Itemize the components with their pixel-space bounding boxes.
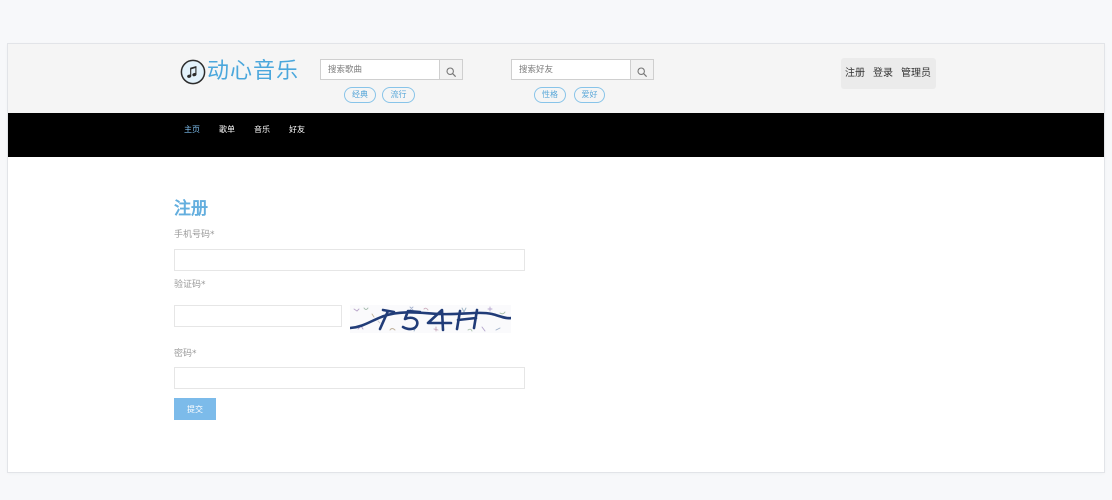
search-icon — [637, 65, 647, 77]
song-search — [320, 59, 463, 80]
main-nav: 主页 歌单 音乐 好友 — [8, 113, 1104, 157]
submit-button[interactable]: 提交 — [174, 398, 216, 420]
captcha-input[interactable] — [174, 305, 342, 327]
account-menu: 注册 登录 管理员 — [841, 58, 936, 89]
admin-link[interactable]: 管理员 — [901, 68, 931, 80]
page-frame: 动心音乐 经典 流行 — [8, 44, 1104, 472]
password-input[interactable] — [174, 367, 525, 389]
main-content: 注册 手机号码* 验证码* 密码* 提交 — [8, 157, 1104, 472]
nav-item-home[interactable]: 主页 — [184, 113, 200, 147]
tag-personality[interactable]: 性格 — [534, 87, 566, 103]
tag-pop[interactable]: 流行 — [382, 87, 415, 103]
nav-item-playlists[interactable]: 歌单 — [219, 113, 235, 147]
phone-label: 手机号码* — [174, 230, 215, 240]
captcha-label: 验证码* — [174, 280, 206, 290]
brand-name: 动心音乐 — [207, 59, 300, 84]
song-search-input[interactable] — [320, 59, 440, 80]
tag-classic[interactable]: 经典 — [344, 87, 376, 103]
tag-hobby[interactable]: 爱好 — [574, 87, 605, 103]
nav-item-friends[interactable]: 好友 — [289, 113, 305, 147]
register-link[interactable]: 注册 — [845, 68, 865, 80]
brand-logo[interactable]: 动心音乐 — [180, 59, 302, 85]
friend-search-button[interactable] — [630, 59, 654, 80]
search-icon — [446, 65, 456, 77]
song-search-button[interactable] — [439, 59, 463, 80]
site-header: 动心音乐 经典 流行 — [8, 44, 1104, 113]
form-title: 注册 — [174, 199, 208, 219]
nav-item-music[interactable]: 音乐 — [254, 113, 270, 147]
captcha-image[interactable] — [350, 305, 511, 333]
music-note-icon — [180, 59, 206, 85]
friend-search — [511, 59, 654, 80]
login-link[interactable]: 登录 — [873, 68, 893, 80]
phone-input[interactable] — [174, 249, 525, 271]
friend-search-input[interactable] — [511, 59, 631, 80]
password-label: 密码* — [174, 349, 197, 359]
